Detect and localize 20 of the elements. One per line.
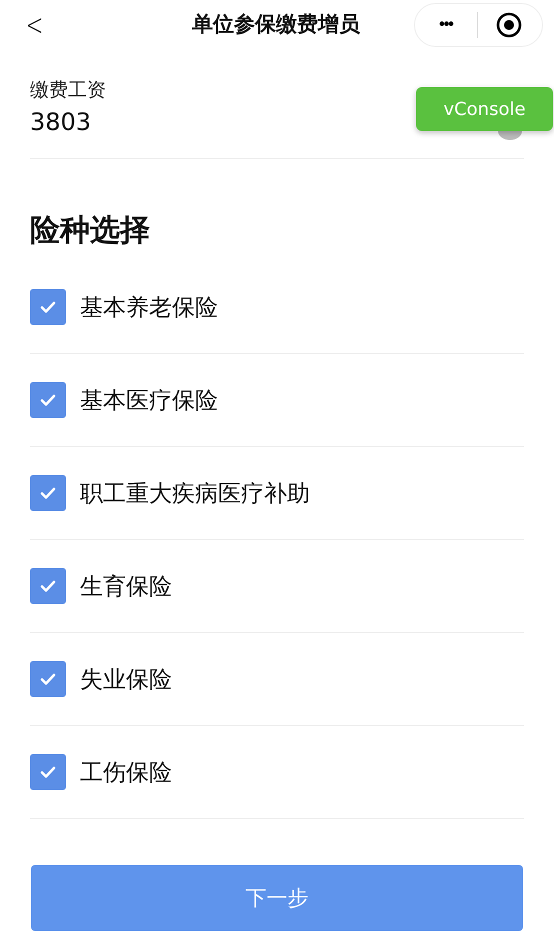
checkbox[interactable] <box>30 289 66 325</box>
more-button[interactable]: ••• <box>415 16 477 34</box>
option-label: 基本养老保险 <box>80 294 218 322</box>
checkbox[interactable] <box>30 382 66 418</box>
target-icon <box>496 12 522 38</box>
option-label: 生育保险 <box>80 572 172 602</box>
field-value: 3803 <box>30 107 92 138</box>
checkbox[interactable] <box>30 475 66 511</box>
option-label: 工伤保险 <box>80 758 172 788</box>
option-label: 基本医疗保险 <box>80 386 218 416</box>
checkbox[interactable] <box>30 661 66 697</box>
checkbox[interactable] <box>30 568 66 604</box>
checkbox[interactable] <box>30 754 66 790</box>
option-label: 职工重大疾病医疗补助 <box>80 480 310 508</box>
back-button[interactable]: < <box>22 8 46 42</box>
toggle-knob <box>498 131 522 140</box>
option-label: 失业保险 <box>80 666 172 694</box>
field-label: 缴费工资 <box>30 78 107 103</box>
page-title: 单位参保缴费增员 <box>191 11 361 38</box>
section-title: 险种选择 <box>30 212 151 250</box>
